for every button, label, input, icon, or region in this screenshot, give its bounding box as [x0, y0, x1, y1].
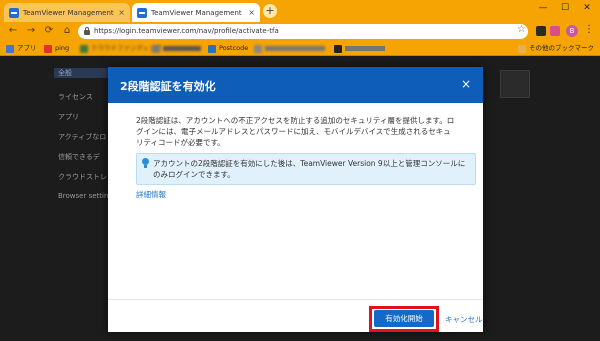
info-text: アカウントの2段階認証を有効にした後は、TeamViewer Version 9…: [153, 159, 466, 179]
forward-icon[interactable]: →: [24, 24, 38, 38]
new-tab-button[interactable]: +: [263, 4, 277, 18]
cancel-link[interactable]: キャンセル: [445, 314, 483, 325]
sidebar-item-cloud-storage[interactable]: クラウドストレ: [58, 172, 107, 182]
teamviewer-icon: [9, 7, 19, 18]
redacted-label: [265, 46, 325, 51]
redacted-label: [345, 46, 385, 51]
close-icon[interactable]: ×: [461, 77, 471, 91]
bookmark-icon: [334, 44, 342, 53]
details-link[interactable]: 詳細情報: [136, 189, 166, 200]
bookmark-item[interactable]: [334, 43, 385, 54]
sidebar-item-apps[interactable]: アプリ: [58, 112, 79, 122]
sidebar-item-general[interactable]: 全般: [54, 68, 114, 78]
address-bar[interactable]: https://login.teamviewer.com/nav/profile…: [78, 24, 528, 39]
back-icon[interactable]: ←: [6, 24, 20, 38]
tab-title: TeamViewer Management Conso: [23, 8, 114, 17]
tab-strip: TeamViewer Management Conso × TeamViewer…: [0, 0, 600, 22]
teamviewer-icon: [137, 7, 147, 18]
user-avatar: [500, 70, 530, 98]
redacted-label: [163, 46, 201, 51]
bookmark-label: その他のブックマーク: [529, 44, 594, 52]
dialog-footer-divider: [108, 299, 483, 300]
folder-icon: [518, 44, 526, 53]
tab-title: TeamViewer Management Conso: [151, 8, 244, 17]
postcode-icon: [208, 44, 216, 53]
bookmark-label: ping: [55, 44, 70, 52]
window-close-button[interactable]: ✕: [576, 0, 598, 16]
info-box: アカウントの2段階認証を有効にした後は、TeamViewer Version 9…: [136, 153, 476, 185]
bookmark-item[interactable]: [152, 43, 201, 54]
profile-avatar[interactable]: B: [566, 25, 578, 37]
tab-close-icon[interactable]: ×: [248, 8, 255, 17]
tab-close-icon[interactable]: ×: [118, 8, 125, 17]
bookmark-other[interactable]: その他のブックマーク: [518, 43, 594, 54]
bookmark-star-icon[interactable]: ☆: [517, 24, 526, 35]
sidebar-item-trusted-devices[interactable]: 信頼できるデ: [58, 152, 100, 162]
sidebar-item-license[interactable]: ライセンス: [58, 92, 93, 102]
bookmark-ping[interactable]: ping: [44, 43, 69, 54]
bookmark-item[interactable]: [254, 43, 325, 54]
tab-active[interactable]: TeamViewer Management Conso ×: [132, 3, 260, 22]
menu-icon[interactable]: ⋮: [584, 24, 594, 35]
apple-icon: [254, 44, 262, 53]
dialog-description: 2段階認証は、アカウントへの不正アクセスを防止する追加のセキュリティ層を提供しま…: [136, 116, 455, 147]
maximize-button[interactable]: ☐: [554, 0, 576, 16]
extension-icon[interactable]: [536, 26, 546, 36]
tfa-dialog: 2段階認証を有効化 × 2段階認証は、アカウントへの不正アクセスを防止する追加の…: [108, 67, 483, 332]
extension-icon[interactable]: [550, 26, 560, 36]
bookmarks-bar: アプリ ping クラウドファンディング Postcode その他のブックマーク: [0, 41, 600, 56]
dialog-title: 2段階認証を有効化: [120, 80, 216, 93]
bookmark-crowdfunding[interactable]: クラウドファンディング: [80, 43, 162, 54]
browser-toolbar: ← → ⟳ ⌂ https://login.teamviewer.com/nav…: [0, 22, 600, 41]
ping-icon: [44, 44, 52, 53]
start-activation-button[interactable]: 有効化開始: [374, 310, 434, 327]
home-icon[interactable]: ⌂: [60, 24, 74, 38]
lightbulb-icon: [142, 158, 149, 168]
apps-icon: [6, 44, 14, 53]
sidebar: 全般 ライセンス アプリ アクティブなロ 信頼できるデ クラウドストレ Brow…: [54, 66, 117, 246]
dialog-header: 2段階認証を有効化 ×: [108, 67, 483, 103]
bookmark-postcode[interactable]: Postcode: [208, 43, 248, 54]
sidebar-item-active-logins[interactable]: アクティブなロ: [58, 132, 106, 142]
bookmark-label: アプリ: [17, 44, 37, 52]
lock-icon[interactable]: [84, 27, 90, 35]
bookmark-apps[interactable]: アプリ: [6, 43, 37, 54]
bookmark-label: Postcode: [219, 44, 249, 52]
tab-inactive[interactable]: TeamViewer Management Conso ×: [4, 3, 130, 22]
minimize-button[interactable]: —: [532, 0, 554, 16]
bookmark-icon: [152, 44, 160, 53]
bookmark-icon: [80, 44, 88, 53]
reload-icon[interactable]: ⟳: [42, 24, 56, 38]
